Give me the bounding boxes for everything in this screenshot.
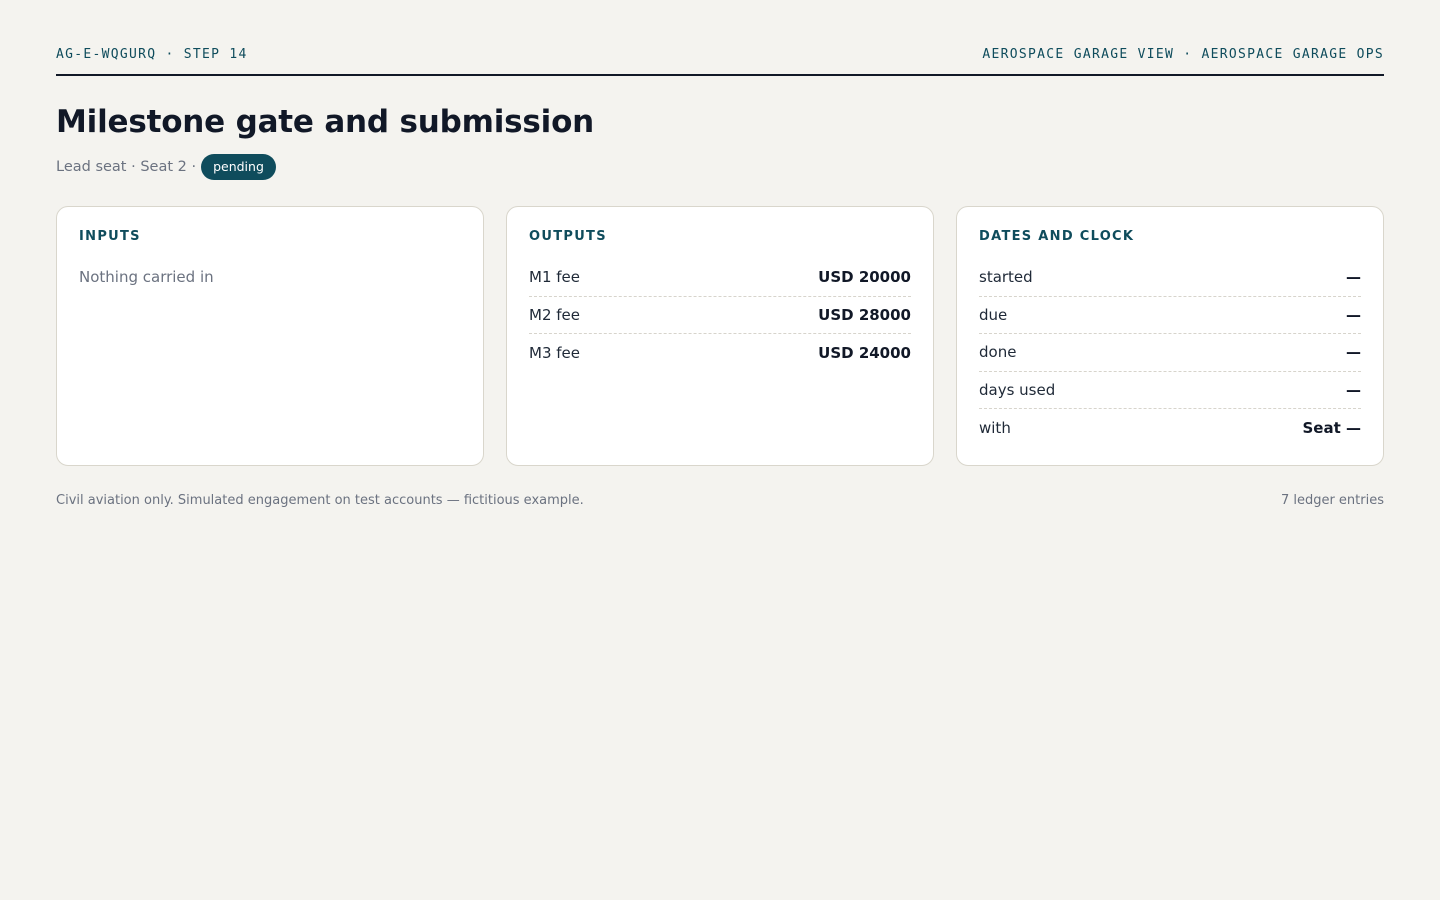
inputs-card: INPUTS Nothing carried in	[56, 206, 484, 466]
engagement-step-crumb: AG-E-WQGURQ · STEP 14	[56, 47, 248, 62]
date-label: started	[979, 268, 1033, 287]
date-row-days-used: days used —	[979, 372, 1361, 409]
date-row-done: done —	[979, 334, 1361, 372]
output-row: M1 fee USD 20000	[529, 259, 911, 297]
date-row-started: started —	[979, 259, 1361, 297]
date-value: —	[1346, 343, 1361, 362]
date-label: with	[979, 418, 1011, 437]
ledger-count: 7 ledger entries	[1280, 493, 1384, 508]
date-label: done	[979, 343, 1017, 362]
date-value: —	[1346, 305, 1361, 324]
output-value: USD 20000	[818, 268, 911, 287]
seat-line: Lead seat · Seat 2 · pending	[56, 154, 276, 180]
output-label: M1 fee	[529, 268, 580, 287]
date-value: —	[1346, 380, 1361, 399]
seat-text: Lead seat · Seat 2 ·	[56, 159, 197, 175]
top-bar: AG-E-WQGURQ · STEP 14 AEROSPACE GARAGE V…	[56, 45, 1384, 76]
output-label: M3 fee	[529, 343, 580, 362]
output-value: USD 28000	[818, 305, 911, 324]
date-label: due	[979, 305, 1008, 324]
output-row: M2 fee USD 28000	[529, 297, 911, 334]
date-label: days used	[979, 380, 1056, 399]
footer-disclaimer: Civil aviation only. Simulated engagemen…	[56, 493, 584, 508]
dates-card: DATES AND CLOCK started — due — done — d…	[956, 206, 1384, 466]
date-row-with: with Seat —	[979, 409, 1361, 447]
page-title: Milestone gate and submission	[56, 104, 595, 140]
date-value: —	[1346, 268, 1361, 287]
date-row-due: due —	[979, 297, 1361, 334]
outputs-card: OUTPUTS M1 fee USD 20000 M2 fee USD 2800…	[506, 206, 934, 466]
outputs-list: M1 fee USD 20000 M2 fee USD 28000 M3 fee…	[529, 259, 911, 372]
date-value: Seat —	[1302, 418, 1362, 437]
output-label: M2 fee	[529, 305, 580, 324]
inputs-card-title: INPUTS	[79, 229, 141, 244]
dates-card-title: DATES AND CLOCK	[979, 229, 1135, 244]
dates-list: started — due — done — days used — with …	[979, 259, 1361, 447]
output-row: M3 fee USD 24000	[529, 334, 911, 372]
status-badge: pending	[201, 154, 276, 180]
inputs-empty-text: Nothing carried in	[79, 268, 214, 286]
output-value: USD 24000	[818, 343, 911, 362]
view-context-crumb: AEROSPACE GARAGE VIEW · AEROSPACE GARAGE…	[982, 47, 1384, 62]
outputs-card-title: OUTPUTS	[529, 229, 607, 244]
